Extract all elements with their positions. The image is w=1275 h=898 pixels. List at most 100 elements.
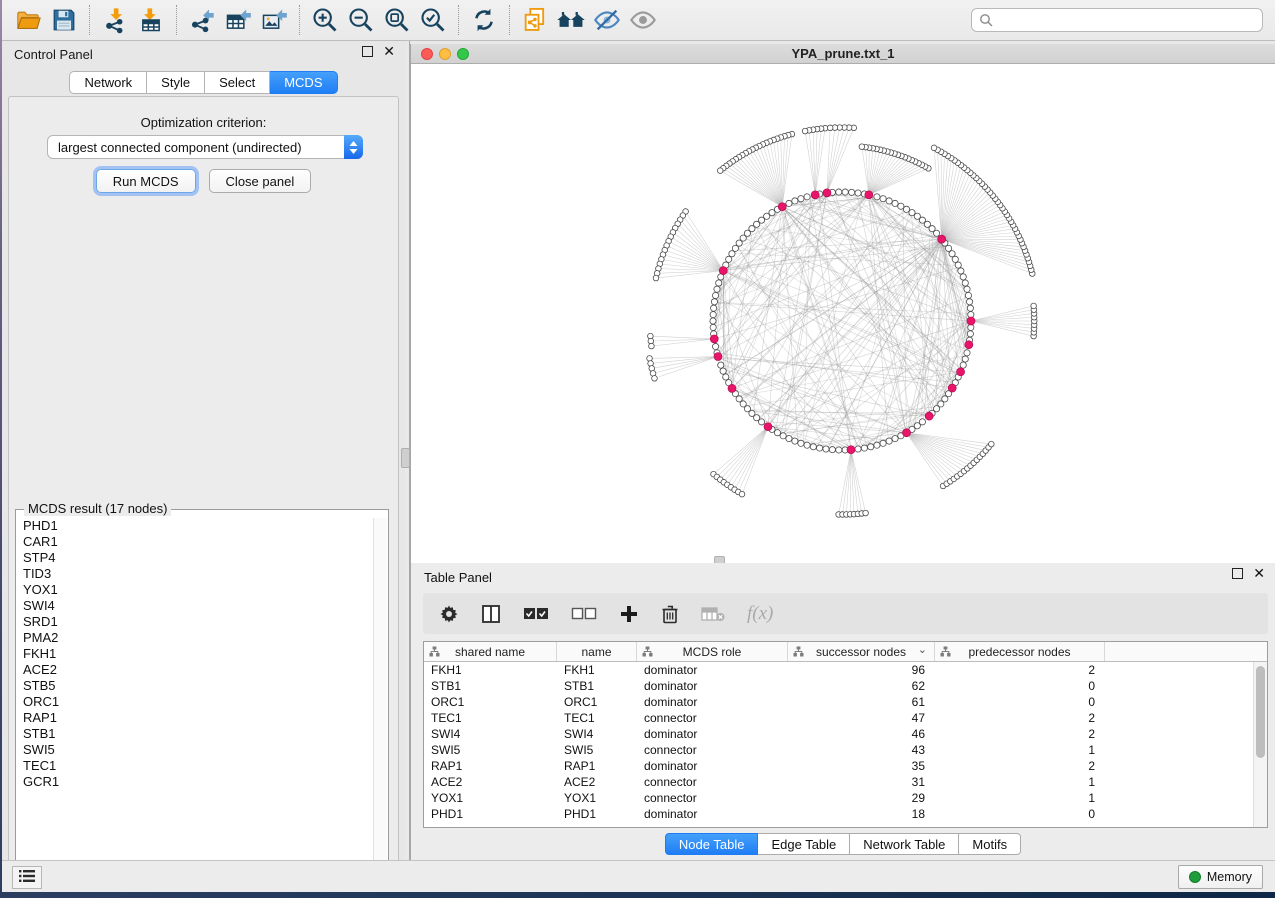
- ring-node[interactable]: [966, 299, 972, 305]
- table-row[interactable]: PHD1PHD1dominator180: [424, 806, 1253, 822]
- mcds-result-list[interactable]: PHD1CAR1STP4TID3YOX1SWI4SRD1PMA2FKH1ACE2…: [17, 518, 374, 878]
- ring-node[interactable]: [855, 190, 861, 196]
- mcds-result-item[interactable]: ACE2: [23, 662, 374, 678]
- mcds-result-item[interactable]: GCR1: [23, 774, 374, 790]
- ring-node[interactable]: [798, 196, 804, 202]
- column-header-successor-nodes[interactable]: successor nodes⌄: [788, 642, 935, 661]
- dominator-node[interactable]: [847, 446, 855, 454]
- ring-node[interactable]: [729, 251, 735, 257]
- ring-node[interactable]: [786, 435, 792, 441]
- ring-node[interactable]: [804, 442, 810, 448]
- ring-node[interactable]: [892, 200, 898, 206]
- ring-node[interactable]: [710, 324, 716, 330]
- mcds-result-scrollbar[interactable]: [373, 518, 387, 878]
- ring-node[interactable]: [955, 262, 961, 268]
- ring-node[interactable]: [718, 362, 724, 368]
- satellite-node[interactable]: [802, 128, 808, 134]
- dominator-node[interactable]: [925, 412, 933, 420]
- table-row[interactable]: SWI4SWI4dominator462: [424, 726, 1253, 742]
- show-all-icon[interactable]: [625, 3, 661, 37]
- column-header-name[interactable]: name: [557, 642, 637, 661]
- tab-network[interactable]: Network: [69, 71, 147, 94]
- satellite-node[interactable]: [653, 275, 659, 281]
- zoom-in-icon[interactable]: [307, 3, 343, 37]
- ring-node[interactable]: [964, 350, 970, 356]
- ring-node[interactable]: [836, 189, 842, 195]
- dominator-node[interactable]: [967, 317, 975, 325]
- ring-node[interactable]: [861, 445, 867, 451]
- ring-node[interactable]: [829, 447, 835, 453]
- ring-node[interactable]: [774, 430, 780, 436]
- mcds-result-item[interactable]: PMA2: [23, 630, 374, 646]
- zoom-out-icon[interactable]: [343, 3, 379, 37]
- delete-column-icon[interactable]: [661, 604, 679, 624]
- mcds-result-item[interactable]: TID3: [23, 566, 374, 582]
- export-image-icon[interactable]: [256, 3, 292, 37]
- dominator-node[interactable]: [965, 341, 973, 349]
- ring-node[interactable]: [909, 210, 915, 216]
- ring-node[interactable]: [712, 343, 718, 349]
- mcds-result-item[interactable]: SWI5: [23, 742, 374, 758]
- dominator-node[interactable]: [811, 191, 819, 199]
- ring-node[interactable]: [886, 438, 892, 444]
- satellite-node[interactable]: [989, 441, 995, 447]
- ring-node[interactable]: [792, 438, 798, 444]
- mcds-result-item[interactable]: ORC1: [23, 694, 374, 710]
- vertical-splitter-handle[interactable]: [401, 448, 410, 468]
- zoom-fit-icon[interactable]: [379, 3, 415, 37]
- tab-style[interactable]: Style: [147, 71, 205, 94]
- ring-node[interactable]: [714, 286, 720, 292]
- add-column-icon[interactable]: [619, 604, 639, 624]
- hide-selected-icon[interactable]: [589, 3, 625, 37]
- export-network-icon[interactable]: [184, 3, 220, 37]
- mcds-result-item[interactable]: STB5: [23, 678, 374, 694]
- refresh-icon[interactable]: [466, 3, 502, 37]
- ring-node[interactable]: [962, 356, 968, 362]
- satellite-node[interactable]: [649, 343, 655, 349]
- zoom-selected-icon[interactable]: [415, 3, 451, 37]
- ring-node[interactable]: [952, 256, 958, 262]
- satellite-node[interactable]: [1031, 303, 1037, 309]
- run-mcds-button[interactable]: Run MCDS: [96, 169, 196, 193]
- ring-node[interactable]: [711, 305, 717, 311]
- table-row[interactable]: SWI5SWI5connector431: [424, 742, 1253, 758]
- float-panel-icon[interactable]: [362, 46, 373, 57]
- ring-node[interactable]: [958, 268, 964, 274]
- mcds-result-item[interactable]: YOX1: [23, 582, 374, 598]
- dominator-node[interactable]: [903, 429, 911, 437]
- ring-node[interactable]: [792, 198, 798, 204]
- ring-node[interactable]: [710, 311, 716, 317]
- table-scrollbar[interactable]: [1253, 662, 1267, 827]
- deselect-all-checkboxes-icon[interactable]: [571, 607, 597, 621]
- ring-node[interactable]: [786, 200, 792, 206]
- close-panel-icon[interactable]: ✕: [383, 46, 395, 57]
- table-row[interactable]: RAP1RAP1dominator352: [424, 758, 1253, 774]
- ring-node[interactable]: [898, 203, 904, 209]
- ring-node[interactable]: [874, 194, 880, 200]
- ring-node[interactable]: [967, 331, 973, 337]
- mcds-result-item[interactable]: FKH1: [23, 646, 374, 662]
- close-window-icon[interactable]: [421, 48, 433, 60]
- tab-select[interactable]: Select: [205, 71, 270, 94]
- ring-node[interactable]: [855, 446, 861, 452]
- ring-node[interactable]: [962, 280, 968, 286]
- ring-node[interactable]: [874, 442, 880, 448]
- dominator-node[interactable]: [778, 203, 786, 211]
- mcds-result-item[interactable]: RAP1: [23, 710, 374, 726]
- search-input[interactable]: [971, 8, 1263, 32]
- float-table-panel-icon[interactable]: [1232, 568, 1243, 579]
- table-row[interactable]: STB1STB1dominator620: [424, 678, 1253, 694]
- ring-node[interactable]: [903, 206, 909, 212]
- dominator-node[interactable]: [957, 368, 965, 376]
- mcds-result-item[interactable]: STP4: [23, 550, 374, 566]
- satellite-node[interactable]: [931, 145, 937, 151]
- satellite-node[interactable]: [717, 168, 723, 174]
- table-scrollbar-thumb[interactable]: [1256, 666, 1265, 758]
- table-row[interactable]: TEC1TEC1connector472: [424, 710, 1253, 726]
- dominator-node[interactable]: [865, 191, 873, 199]
- table-row[interactable]: FKH1FKH1dominator962: [424, 662, 1253, 678]
- satellite-node[interactable]: [827, 125, 833, 131]
- tab-node-table[interactable]: Node Table: [665, 833, 759, 855]
- dominator-node[interactable]: [948, 384, 956, 392]
- mcds-result-item[interactable]: STB1: [23, 726, 374, 742]
